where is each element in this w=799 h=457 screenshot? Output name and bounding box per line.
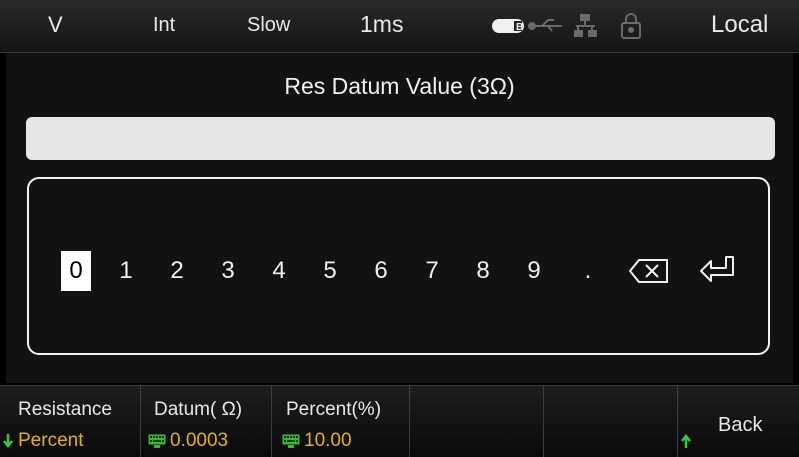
key-0[interactable]: 0: [61, 251, 91, 291]
dialog-title: Res Datum Value (3Ω): [284, 73, 515, 99]
softkey-percent[interactable]: Percent(%) 10.00: [272, 386, 410, 457]
lock-icon: [621, 13, 641, 39]
speed-indicator: Slow: [247, 14, 291, 36]
softkey-empty-4[interactable]: [410, 386, 544, 457]
softkey-resistance-label: Resistance: [18, 399, 112, 420]
softkey-percent-label: Percent(%): [286, 399, 382, 420]
network-icon: [574, 14, 597, 37]
back-button[interactable]: Back: [718, 414, 762, 437]
key-2[interactable]: 2: [162, 251, 192, 291]
softkey-datum-label: Datum( Ω): [154, 399, 243, 420]
softkey-datum-value: 0.0003: [170, 430, 229, 451]
battery-icon: B: [492, 19, 524, 33]
key-7[interactable]: 7: [417, 251, 447, 291]
keypad-icon: [148, 434, 166, 448]
key-decimal-point[interactable]: .: [573, 251, 603, 291]
datum-value-dialog: Res Datum Value (3Ω) 0 1 2 3 4 5 6 7 8 9…: [6, 53, 793, 383]
softkey-resistance[interactable]: Resistance Percent: [0, 386, 141, 457]
key-9[interactable]: 9: [519, 251, 549, 291]
softkey-bar: Resistance Percent Datum( Ω) 0.0003 Perc…: [0, 385, 799, 457]
numeric-keypad: 0 1 2 3 4 5 6 7 8 9 .: [27, 177, 770, 355]
svg-text:B: B: [516, 22, 523, 33]
backspace-icon[interactable]: [627, 251, 671, 291]
key-8[interactable]: 8: [468, 251, 498, 291]
softkey-resistance-value: Percent: [18, 430, 84, 451]
measure-mode: V: [48, 12, 63, 37]
softkey-empty-5[interactable]: [544, 386, 678, 457]
status-bar: V Int Slow 1ms B Local: [0, 0, 799, 53]
usb-icon: [528, 19, 562, 32]
arrow-down-icon: [3, 433, 13, 448]
key-3[interactable]: 3: [213, 251, 243, 291]
softkey-datum[interactable]: Datum( Ω) 0.0003: [141, 386, 272, 457]
key-5[interactable]: 5: [315, 251, 345, 291]
keypad-icon: [282, 434, 300, 448]
arrow-up-icon: [681, 433, 691, 448]
integration-indicator: Int: [153, 14, 176, 36]
enter-icon[interactable]: [697, 251, 741, 291]
datum-value-input[interactable]: [26, 117, 775, 160]
softkey-percent-value: 10.00: [304, 430, 352, 451]
interval-indicator: 1ms: [360, 11, 404, 37]
key-6[interactable]: 6: [366, 251, 396, 291]
remote-status: Local: [711, 11, 769, 38]
key-1[interactable]: 1: [111, 251, 141, 291]
key-4[interactable]: 4: [264, 251, 294, 291]
status-icons: B: [492, 13, 641, 39]
